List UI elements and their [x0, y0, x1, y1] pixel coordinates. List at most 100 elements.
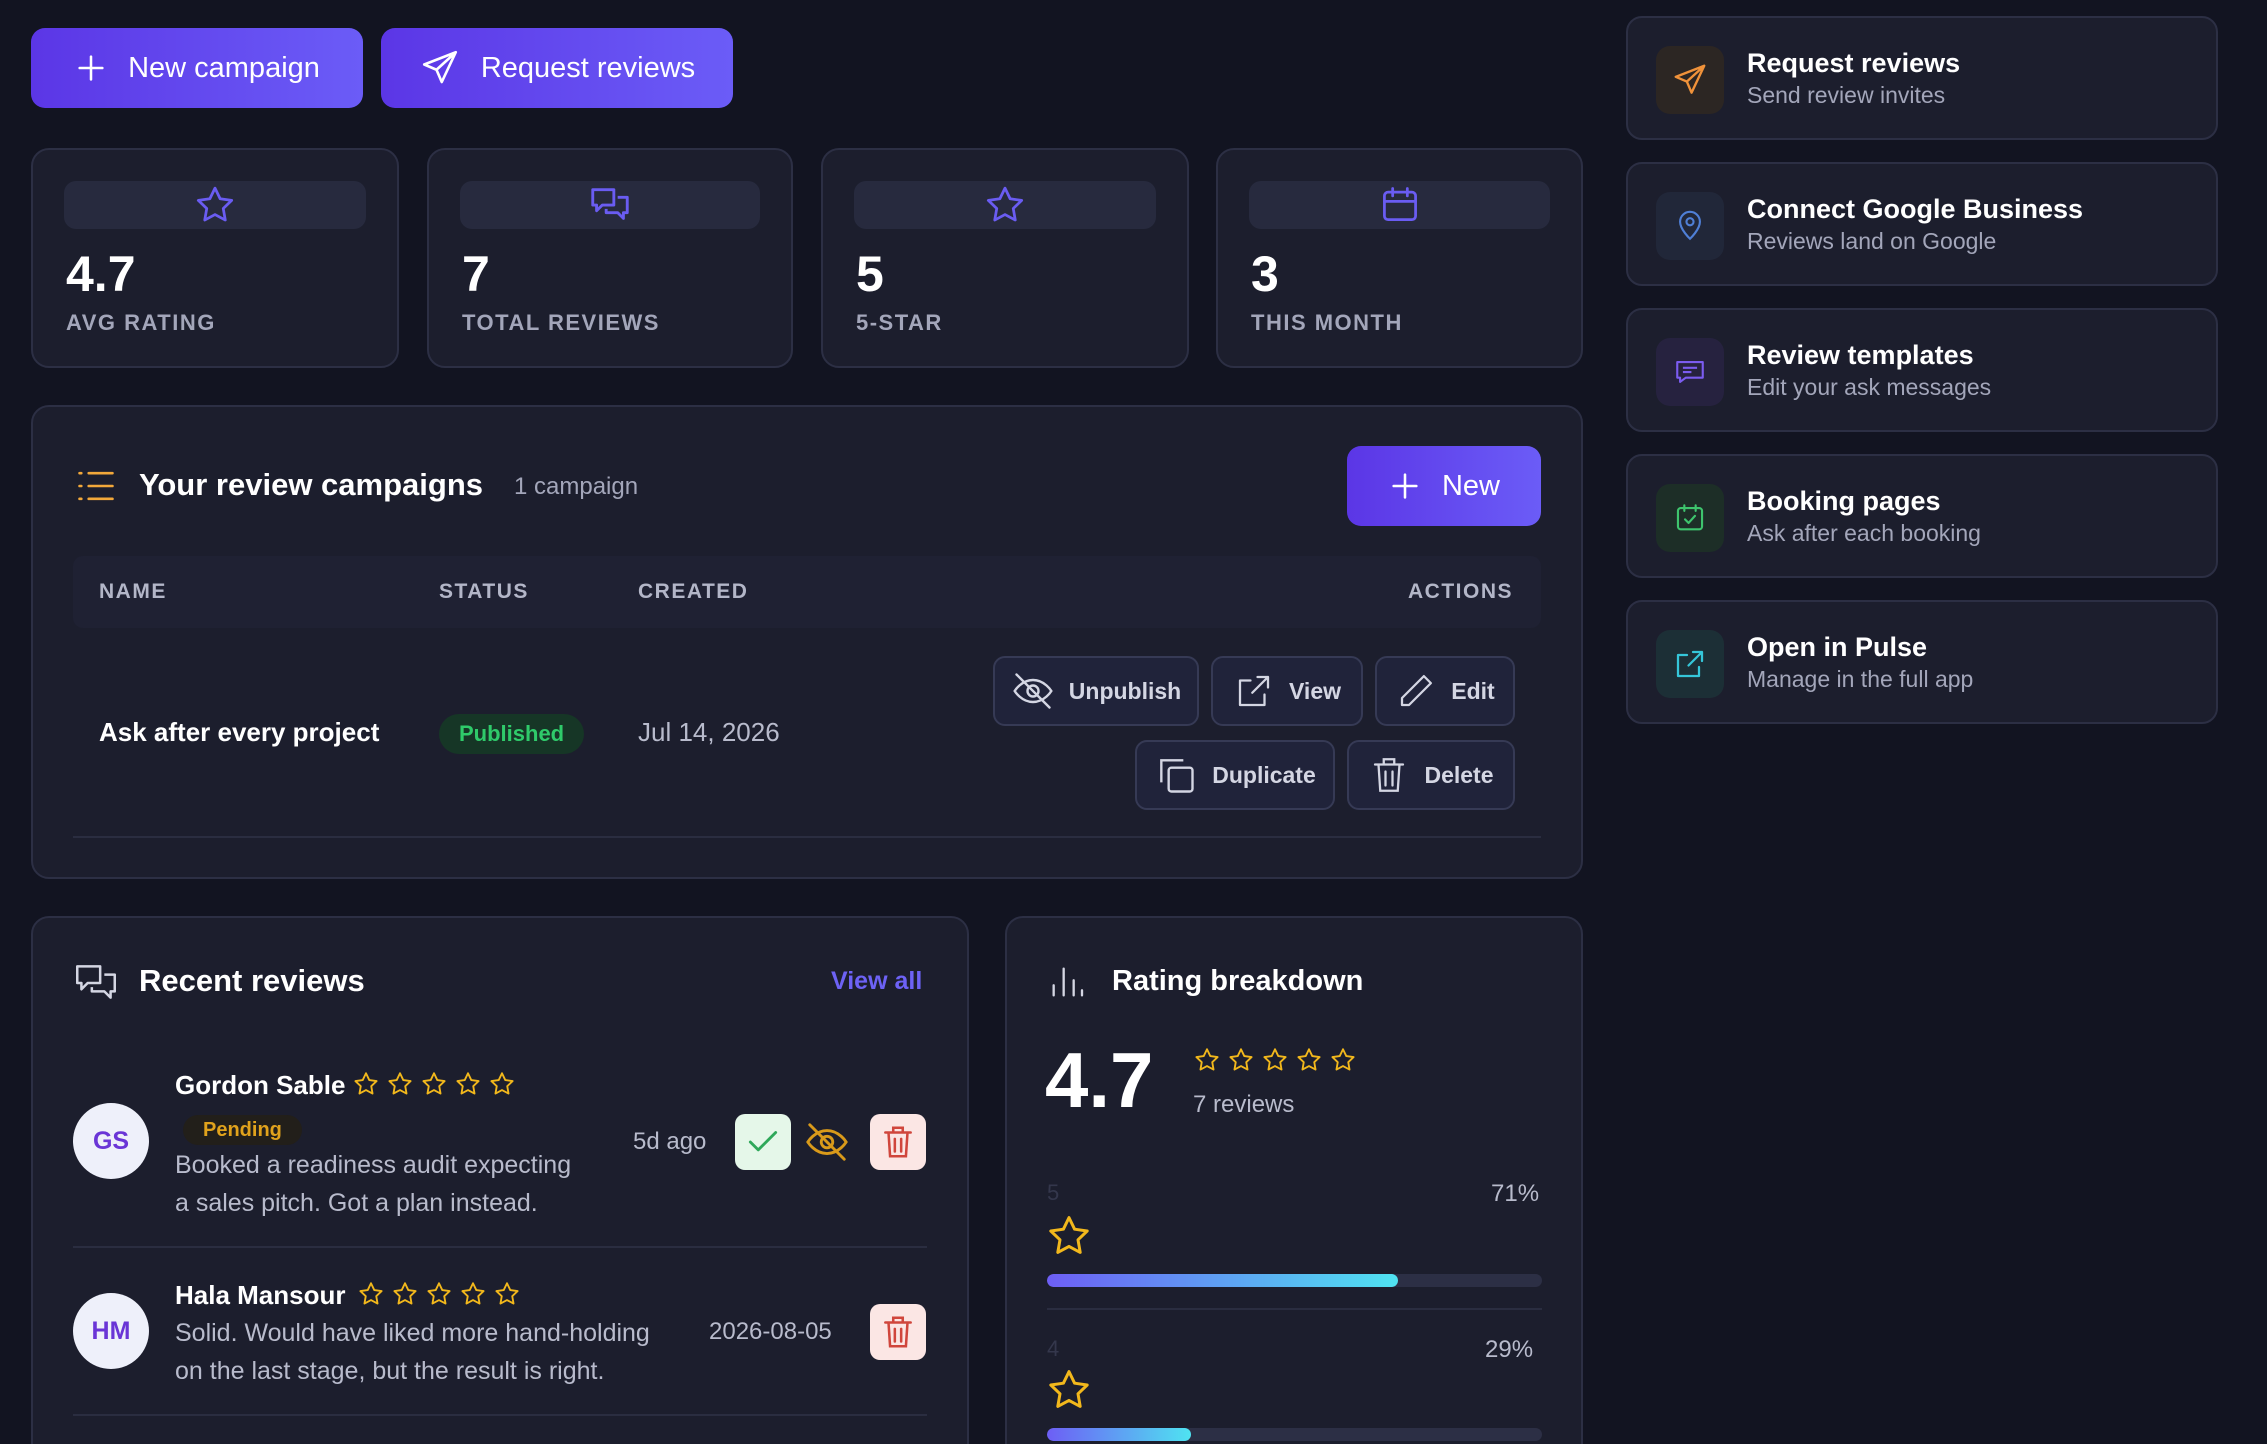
stat-value: 4.7 — [66, 246, 136, 302]
sidebar-item-subtitle: Ask after each booking — [1747, 520, 1981, 546]
new-campaign-button[interactable]: New campaign — [31, 28, 363, 108]
request-reviews-label: Request reviews — [480, 51, 696, 84]
campaigns-count: 1 campaign — [514, 473, 639, 500]
average-stars — [1193, 1046, 1357, 1074]
star-icon — [454, 1070, 482, 1098]
campaigns-title: Your review campaigns — [139, 467, 483, 502]
stat-icon-bar — [64, 181, 366, 229]
reviewer-name: Gordon Sable — [175, 1070, 346, 1100]
edit-button[interactable]: Edit — [1375, 656, 1515, 726]
approve-button[interactable] — [735, 1114, 791, 1170]
plus-icon — [74, 51, 108, 85]
star-icon — [1329, 1046, 1357, 1074]
avatar: HM — [73, 1293, 149, 1369]
sidebar-item-subtitle: Send review invites — [1747, 82, 1946, 108]
calendar-check-icon — [1673, 501, 1707, 535]
view-all-link[interactable]: View all — [831, 967, 922, 996]
stat-card-total-reviews: 7 TOTAL REVIEWS — [427, 148, 793, 368]
stat-icon-bar — [1249, 181, 1550, 229]
list-icon — [74, 464, 118, 508]
hide-review-button[interactable] — [799, 1114, 855, 1170]
sidebar-icon-box — [1656, 338, 1724, 406]
sidebar-item-subtitle: Reviews land on Google — [1747, 228, 1997, 254]
rating-row-percent: 29% — [1485, 1336, 1534, 1363]
stat-icon-bar — [460, 181, 760, 229]
rating-stars — [352, 1070, 516, 1098]
campaign-name[interactable]: Ask after every project — [99, 717, 379, 748]
sidebar-item-open-in-pulse[interactable]: Open in Pulse Manage in the full app — [1626, 600, 2218, 724]
star-icon — [1045, 1212, 1093, 1260]
review-time: 2026-08-05 — [709, 1318, 832, 1345]
trash-icon — [879, 1123, 917, 1161]
message-icon — [1673, 355, 1707, 389]
review-text: on the last stage, but the result is rig… — [175, 1357, 605, 1385]
sidebar-icon-box — [1656, 630, 1724, 698]
stat-label: THIS MONTH — [1251, 310, 1403, 335]
rating-stars — [357, 1280, 521, 1308]
star-icon — [459, 1280, 487, 1308]
rating-breakdown-title: Rating breakdown — [1112, 965, 1364, 997]
star-icon — [1045, 1366, 1093, 1414]
delete-review-button[interactable] — [870, 1114, 926, 1170]
row-divider — [1047, 1308, 1542, 1310]
delete-label: Delete — [1424, 761, 1494, 788]
send-icon — [1671, 61, 1709, 99]
status-badge: Published — [439, 714, 585, 754]
view-label: View — [1289, 677, 1341, 704]
sidebar-item-subtitle: Edit your ask messages — [1747, 374, 1992, 400]
chat-bubbles-icon — [71, 958, 121, 1008]
chat-bubbles-icon — [587, 182, 633, 228]
sidebar-item-request-reviews[interactable]: Request reviews Send review invites — [1626, 16, 2218, 140]
duplicate-button[interactable]: Duplicate — [1135, 740, 1335, 810]
campaign-created: Jul 14, 2026 — [638, 717, 780, 747]
unpublish-button[interactable]: Unpublish — [993, 656, 1199, 726]
star-icon — [1227, 1046, 1255, 1074]
stat-label: TOTAL REVIEWS — [462, 310, 660, 335]
rating-bar-track — [1047, 1274, 1542, 1287]
new-button[interactable]: New — [1347, 446, 1541, 526]
plus-icon — [1388, 469, 1422, 503]
trash-icon — [879, 1313, 917, 1351]
sidebar-icon-box — [1656, 192, 1724, 260]
delete-button[interactable]: Delete — [1347, 740, 1515, 810]
star-icon — [352, 1070, 380, 1098]
column-header-actions: ACTIONS — [1408, 580, 1513, 603]
avatar: GS — [73, 1103, 149, 1179]
request-reviews-button[interactable]: Request reviews — [381, 28, 733, 108]
star-icon — [420, 1070, 448, 1098]
edit-label: Edit — [1451, 677, 1495, 704]
external-link-icon — [1233, 670, 1275, 712]
check-icon — [744, 1123, 782, 1161]
row-divider — [73, 1414, 927, 1416]
new-button-label: New — [1441, 469, 1500, 502]
star-icon — [1295, 1046, 1323, 1074]
pending-badge: Pending — [183, 1115, 302, 1145]
sidebar-item-title: Request reviews — [1747, 48, 1961, 78]
row-divider — [73, 1246, 927, 1248]
stat-card-five-star: 5 5-STAR — [821, 148, 1189, 368]
rating-row-stars-value: 4 — [1047, 1336, 1060, 1361]
rating-bar-track — [1047, 1428, 1542, 1441]
rating-bar-fill — [1047, 1274, 1399, 1287]
rating-row-percent: 71% — [1491, 1180, 1540, 1207]
delete-review-button[interactable] — [870, 1304, 926, 1360]
star-icon — [1193, 1046, 1221, 1074]
duplicate-label: Duplicate — [1212, 761, 1316, 788]
star-icon — [357, 1280, 385, 1308]
sidebar-item-title: Open in Pulse — [1747, 632, 1928, 662]
table-header — [73, 556, 1541, 628]
sidebar-item-review-templates[interactable]: Review templates Edit your ask messages — [1626, 308, 2218, 432]
star-icon — [983, 183, 1027, 227]
sidebar-item-booking-pages[interactable]: Booking pages Ask after each booking — [1626, 454, 2218, 578]
column-header-created: CREATED — [638, 580, 749, 603]
sidebar-item-title: Review templates — [1747, 340, 1974, 370]
sidebar-item-connect-google[interactable]: Connect Google Business Reviews land on … — [1626, 162, 2218, 286]
sidebar-item-title: Connect Google Business — [1747, 194, 2084, 224]
stat-card-this-month: 3 THIS MONTH — [1216, 148, 1583, 368]
stat-label: 5-STAR — [856, 310, 943, 335]
row-divider — [73, 836, 1541, 838]
recent-reviews-title: Recent reviews — [139, 963, 365, 998]
stat-label: AVG RATING — [66, 310, 216, 335]
view-button[interactable]: View — [1211, 656, 1363, 726]
column-header-status: STATUS — [439, 580, 529, 603]
